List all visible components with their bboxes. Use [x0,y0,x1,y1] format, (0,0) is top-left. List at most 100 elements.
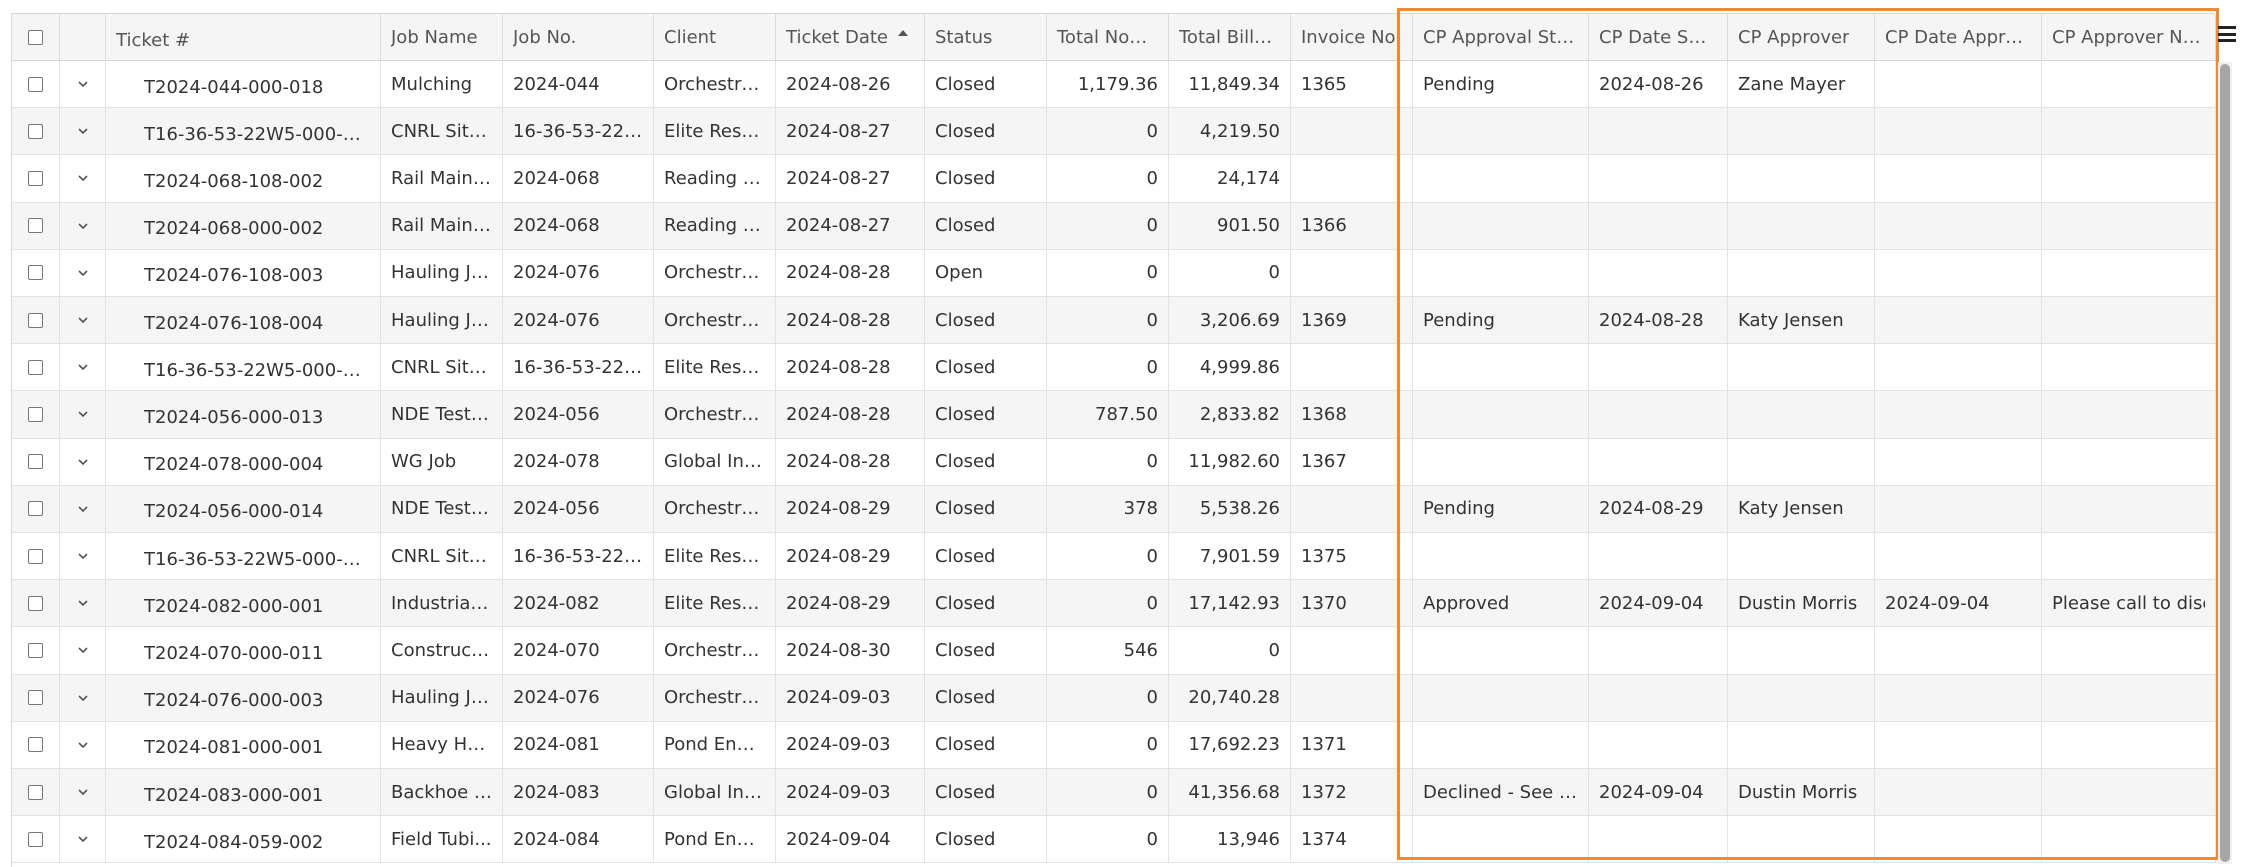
cell-status[interactable]: Closed [925,627,1047,674]
cell-ticket[interactable]: T2024-044-000-018 [106,61,381,108]
cell-job-name[interactable]: NDE Testi... [381,391,503,438]
cell-total-non[interactable]: 0 [1047,297,1169,344]
cell-job-name[interactable]: Heavy Ha... [381,721,503,768]
cell-job-name[interactable]: WG Job [381,438,503,485]
cell-cp-approved[interactable] [1875,485,2042,532]
row-checkbox[interactable] [28,265,43,281]
cell-client[interactable]: Reading R... [654,202,776,249]
cell-client[interactable]: Orchestra ... [654,627,776,674]
cell-ticket[interactable]: T2024-084-059-002 [106,816,381,863]
row-checkbox[interactable] [28,406,43,422]
cell-ticket-date[interactable]: 2024-08-29 [776,533,925,580]
cell-ticket[interactable]: T16-36-53-22W5-000-007 [106,108,381,155]
cell-invoice[interactable]: 1374 [1291,816,1413,863]
cell-total-billable[interactable]: 13,946 [1169,816,1291,863]
cell-cp-approved[interactable] [1875,61,2042,108]
table-row[interactable]: T2024-044-000-018 Mulching 2024-044 Orchest… [12,61,2216,109]
cell-cp-notes[interactable] [2042,155,2216,202]
cell-client[interactable]: Orchestra ... [654,674,776,721]
cell-client[interactable]: Orchestra ... [654,485,776,532]
cell-ticket-date[interactable]: 2024-08-27 [776,155,925,202]
cell-status[interactable]: Closed [925,108,1047,155]
table-row[interactable]: T2024-076-108-003 Hauling Job 2024-076 Orch… [12,249,2216,297]
cell-total-non[interactable]: 0 [1047,533,1169,580]
cell-ticket-date[interactable]: 2024-08-28 [776,249,925,296]
cell-invoice[interactable] [1291,344,1413,391]
cell-ticket[interactable]: T2024-068-000-002 [106,202,381,249]
table-row[interactable]: T2024-084-059-002 Field Tubi... 2024-084 Po… [12,816,2216,864]
cell-cp-approved[interactable] [1875,297,2042,344]
cell-total-billable[interactable]: 2,833.82 [1169,391,1291,438]
cell-invoice[interactable]: 1366 [1291,202,1413,249]
cell-cp-approved[interactable] [1875,533,2042,580]
cell-total-non[interactable]: 0 [1047,108,1169,155]
cell-invoice[interactable]: 1370 [1291,580,1413,627]
cell-ticket-date[interactable]: 2024-08-27 [776,202,925,249]
cell-total-billable[interactable]: 0 [1169,249,1291,296]
row-expand-button[interactable] [60,344,106,391]
cell-job-name[interactable]: Industrial ... [381,580,503,627]
cell-cp-sent[interactable] [1589,721,1728,768]
cell-job-name[interactable]: Hauling Job [381,674,503,721]
row-checkbox[interactable] [28,454,43,470]
cell-cp-status[interactable] [1413,202,1589,249]
table-row[interactable]: T2024-082-000-001 Industrial ... 2024-082 E… [12,580,2216,628]
cell-status[interactable]: Closed [925,816,1047,863]
cell-cp-approver[interactable] [1728,533,1875,580]
cell-status[interactable]: Closed [925,674,1047,721]
cell-job-no[interactable]: 2024-083 [503,769,654,816]
cell-cp-status[interactable] [1413,249,1589,296]
cell-cp-notes[interactable] [2042,485,2216,532]
cell-total-billable[interactable]: 4,219.50 [1169,108,1291,155]
cell-client[interactable]: Pond Ener... [654,721,776,768]
row-checkbox[interactable] [28,548,43,564]
row-expand-button[interactable] [60,61,106,108]
cell-job-name[interactable]: NDE Testi... [381,485,503,532]
cell-job-no[interactable]: 2024-076 [503,249,654,296]
cell-job-no[interactable]: 2024-082 [503,580,654,627]
cell-cp-approved[interactable] [1875,391,2042,438]
cell-client[interactable]: Reading R... [654,155,776,202]
cell-total-billable[interactable]: 41,356.68 [1169,769,1291,816]
row-checkbox[interactable] [28,737,43,753]
cell-ticket[interactable]: T16-36-53-22W5-000-005 [106,533,381,580]
cell-ticket-date[interactable]: 2024-08-26 [776,61,925,108]
cell-invoice[interactable] [1291,627,1413,674]
column-header-invoice[interactable]: Invoice No. [1291,14,1413,60]
cell-cp-approver[interactable] [1728,155,1875,202]
cell-total-non[interactable]: 546 [1047,627,1169,674]
cell-total-non[interactable]: 0 [1047,438,1169,485]
row-expand-button[interactable] [60,674,106,721]
cell-total-non[interactable]: 0 [1047,249,1169,296]
column-header-cp-approver[interactable]: CP Approver [1728,14,1875,60]
cell-ticket-date[interactable]: 2024-09-03 [776,769,925,816]
row-checkbox[interactable] [28,690,43,706]
cell-job-no[interactable]: 2024-056 [503,485,654,532]
cell-cp-approved[interactable] [1875,674,2042,721]
cell-status[interactable]: Closed [925,533,1047,580]
cell-cp-status[interactable] [1413,674,1589,721]
cell-cp-notes[interactable] [2042,627,2216,674]
cell-client[interactable]: Orchestra ... [654,391,776,438]
scrollbar-thumb[interactable] [2220,64,2230,862]
cell-invoice[interactable] [1291,249,1413,296]
cell-cp-approved[interactable] [1875,344,2042,391]
cell-cp-approver[interactable] [1728,108,1875,155]
row-checkbox[interactable] [28,501,43,517]
cell-cp-sent[interactable] [1589,155,1728,202]
cell-client[interactable]: Pond Ener... [654,816,776,863]
cell-job-name[interactable]: Constructi... [381,627,503,674]
cell-ticket-date[interactable]: 2024-09-04 [776,816,925,863]
column-header-total-non[interactable]: Total Non-... [1047,14,1169,60]
cell-cp-approver[interactable]: Dustin Morris [1728,769,1875,816]
cell-cp-status[interactable] [1413,344,1589,391]
row-checkbox[interactable] [28,170,43,186]
table-row[interactable]: T16-36-53-22W5-000-005 CNRL Site 1 16-36-5… [12,533,2216,581]
cell-cp-approver[interactable] [1728,816,1875,863]
cell-cp-sent[interactable]: 2024-08-26 [1589,61,1728,108]
cell-ticket-date[interactable]: 2024-08-27 [776,108,925,155]
cell-ticket-date[interactable]: 2024-08-28 [776,391,925,438]
cell-cp-approved[interactable] [1875,249,2042,296]
cell-total-non[interactable]: 0 [1047,816,1169,863]
cell-cp-notes[interactable] [2042,297,2216,344]
